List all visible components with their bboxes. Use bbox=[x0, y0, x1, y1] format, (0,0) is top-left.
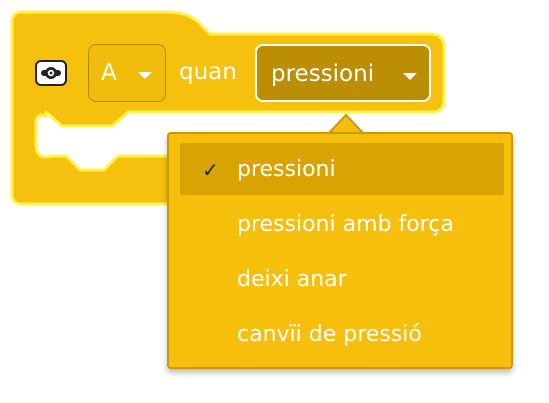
menu-item-canvii-de-pressio[interactable]: canvïi de pressió bbox=[180, 308, 504, 360]
port-dropdown[interactable]: A bbox=[88, 44, 166, 102]
menu-item-label: deixi anar bbox=[237, 267, 347, 292]
port-value: A bbox=[101, 60, 117, 86]
color-sensor-icon bbox=[35, 60, 67, 86]
menu-item-label: pressioni bbox=[237, 157, 336, 182]
chevron-down-icon bbox=[403, 73, 417, 80]
menu-item-deixi-anar[interactable]: deixi anar bbox=[180, 253, 504, 305]
menu-item-label: pressioni amb força bbox=[237, 212, 454, 237]
canvas: A quan pressioni ✓ pressioni pressioni a… bbox=[0, 0, 549, 403]
connector-label: quan bbox=[179, 59, 237, 85]
event-value: pressioni bbox=[271, 61, 375, 87]
menu-item-pressioni[interactable]: ✓ pressioni bbox=[180, 143, 504, 195]
chevron-down-icon bbox=[138, 72, 152, 79]
event-options-menu: ✓ pressioni pressioni amb força deixi an… bbox=[167, 132, 513, 369]
checkmark-icon: ✓ bbox=[202, 158, 219, 182]
menu-item-pressioni-amb-forca[interactable]: pressioni amb força bbox=[180, 198, 504, 250]
menu-item-label: canvïi de pressió bbox=[237, 322, 422, 347]
event-dropdown[interactable]: pressioni bbox=[255, 44, 431, 102]
